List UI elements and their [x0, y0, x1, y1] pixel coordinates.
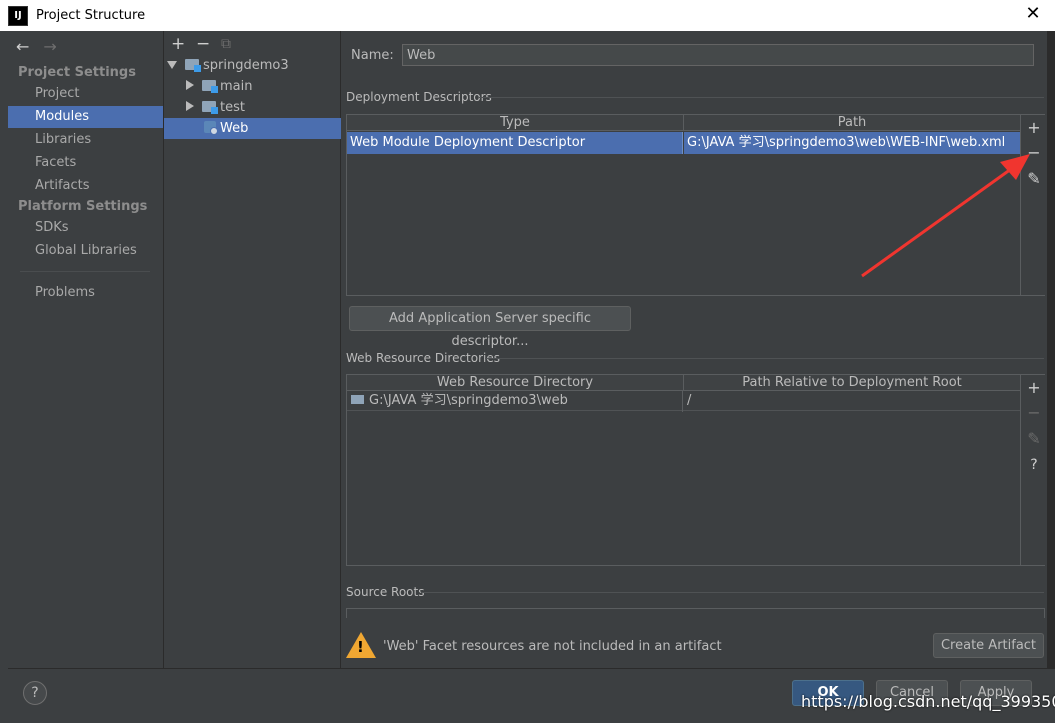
- question-icon: ?: [1030, 457, 1038, 473]
- module-tree-panel: + − ⧉ springdemo3 main test Web: [164, 31, 380, 668]
- arrow-head: [1000, 154, 1030, 180]
- sidebar-item-modules[interactable]: Modules: [8, 106, 163, 128]
- deployment-descriptors-title: Deployment Descriptors: [346, 90, 492, 104]
- group-divider: [421, 592, 1044, 593]
- tree-node-springdemo3[interactable]: springdemo3: [164, 55, 343, 76]
- tree-node-label: test: [220, 100, 245, 115]
- window-title: Project Structure: [36, 8, 146, 23]
- sidebar-item-project[interactable]: Project: [8, 83, 163, 105]
- resource-toolbar: + − ✎ ?: [1020, 375, 1045, 565]
- sidebar-item-libraries[interactable]: Libraries: [8, 129, 163, 151]
- copy-module-button[interactable]: ⧉: [221, 36, 231, 52]
- expanded-arrow-icon[interactable]: [167, 61, 177, 69]
- annotation-arrow: [861, 154, 1030, 278]
- sidebar-item-problems[interactable]: Problems: [8, 282, 163, 304]
- edit-resource-button[interactable]: ✎: [1021, 429, 1047, 448]
- name-label: Name:: [351, 48, 394, 63]
- csdn-watermark: https://blog.csdn.net/qq_39935047: [801, 692, 1055, 711]
- close-window-button[interactable]: ✕: [1021, 3, 1045, 24]
- sidebar-item-facets[interactable]: Facets: [8, 152, 163, 174]
- column-header-resource-directory[interactable]: Web Resource Directory: [347, 375, 684, 391]
- resource-directory-cell: G:\JAVA 学习\springdemo3\web: [347, 390, 683, 412]
- window-left-edge: [0, 31, 8, 722]
- window-right-edge: [1047, 31, 1055, 722]
- group-divider: [479, 97, 1044, 98]
- pencil-icon: ✎: [1027, 429, 1041, 448]
- column-header-type[interactable]: Type: [347, 115, 684, 131]
- name-field[interactable]: Web: [402, 44, 1034, 66]
- web-resource-directories-title: Web Resource Directories: [346, 351, 500, 365]
- create-artifact-button[interactable]: Create Artifact: [933, 633, 1044, 658]
- test-folder-icon: [202, 101, 218, 114]
- forward-arrow-icon[interactable]: →: [43, 37, 56, 56]
- tree-node-main[interactable]: main: [164, 76, 360, 97]
- column-header-relative-path[interactable]: Path Relative to Deployment Root: [684, 375, 1021, 391]
- web-resource-directories-table: Web Resource Directory Path Relative to …: [346, 374, 1045, 566]
- tree-node-test[interactable]: test: [164, 97, 360, 118]
- sidebar-divider: [20, 271, 150, 272]
- settings-sidebar: ← → Project Settings Project Modules Libr…: [8, 31, 164, 668]
- resource-directory-value: G:\JAVA 学习\springdemo3\web: [369, 393, 568, 408]
- descriptor-type-cell: Web Module Deployment Descriptor: [347, 132, 683, 154]
- warning-icon: !: [346, 632, 376, 658]
- minus-icon: −: [1027, 403, 1041, 422]
- copy-icon: ⧉: [221, 36, 231, 52]
- remove-resource-button[interactable]: −: [1021, 403, 1047, 422]
- intellij-app-icon: IJ: [8, 6, 28, 26]
- add-module-button[interactable]: +: [171, 34, 185, 54]
- tree-node-label: Web: [220, 121, 249, 136]
- web-facet-icon: [204, 121, 218, 135]
- help-button[interactable]: ?: [23, 681, 47, 705]
- source-roots-list[interactable]: [346, 608, 1045, 618]
- add-resource-button[interactable]: +: [1021, 378, 1047, 397]
- back-arrow-icon[interactable]: ←: [16, 37, 29, 56]
- source-roots-title: Source Roots: [346, 585, 425, 599]
- title-bar: IJ Project Structure ✕: [0, 0, 1055, 31]
- collapsed-arrow-icon[interactable]: [186, 80, 194, 90]
- add-descriptor-button[interactable]: +: [1021, 118, 1047, 137]
- remove-module-button[interactable]: −: [196, 34, 210, 54]
- sidebar-item-sdks[interactable]: SDKs: [8, 217, 163, 239]
- table-row[interactable]: G:\JAVA 学习\springdemo3\web /: [347, 390, 1021, 412]
- web-folder-icon: [351, 395, 364, 404]
- question-icon: ?: [31, 685, 39, 701]
- relative-path-cell: /: [687, 393, 692, 408]
- collapsed-arrow-icon[interactable]: [186, 101, 194, 111]
- arrow-shaft: [861, 162, 1019, 278]
- module-folder-icon: [185, 59, 201, 72]
- history-navigation: ← →: [16, 37, 57, 56]
- web-facet-panel: Name: Web Deployment Descriptors Type Pa…: [341, 31, 1047, 668]
- project-settings-header: Project Settings: [18, 65, 136, 80]
- plus-icon: +: [1027, 378, 1041, 397]
- plus-icon: +: [171, 34, 186, 54]
- sidebar-item-artifacts[interactable]: Artifacts: [8, 175, 163, 197]
- sidebar-item-global-libraries[interactable]: Global Libraries: [8, 240, 163, 262]
- resource-help-button[interactable]: ?: [1021, 457, 1047, 473]
- column-header-path[interactable]: Path: [684, 115, 1021, 131]
- minus-icon: −: [196, 34, 211, 54]
- add-server-descriptor-button[interactable]: Add Application Server specific descript…: [349, 306, 631, 349]
- tree-node-label: main: [220, 79, 253, 94]
- warning-message: 'Web' Facet resources are not included i…: [383, 639, 722, 654]
- source-folder-icon: [202, 80, 218, 93]
- group-divider: [485, 358, 1044, 359]
- platform-settings-header: Platform Settings: [18, 199, 148, 214]
- close-icon: ✕: [1025, 3, 1041, 24]
- plus-icon: +: [1027, 118, 1041, 137]
- tree-node-label: springdemo3: [203, 58, 289, 73]
